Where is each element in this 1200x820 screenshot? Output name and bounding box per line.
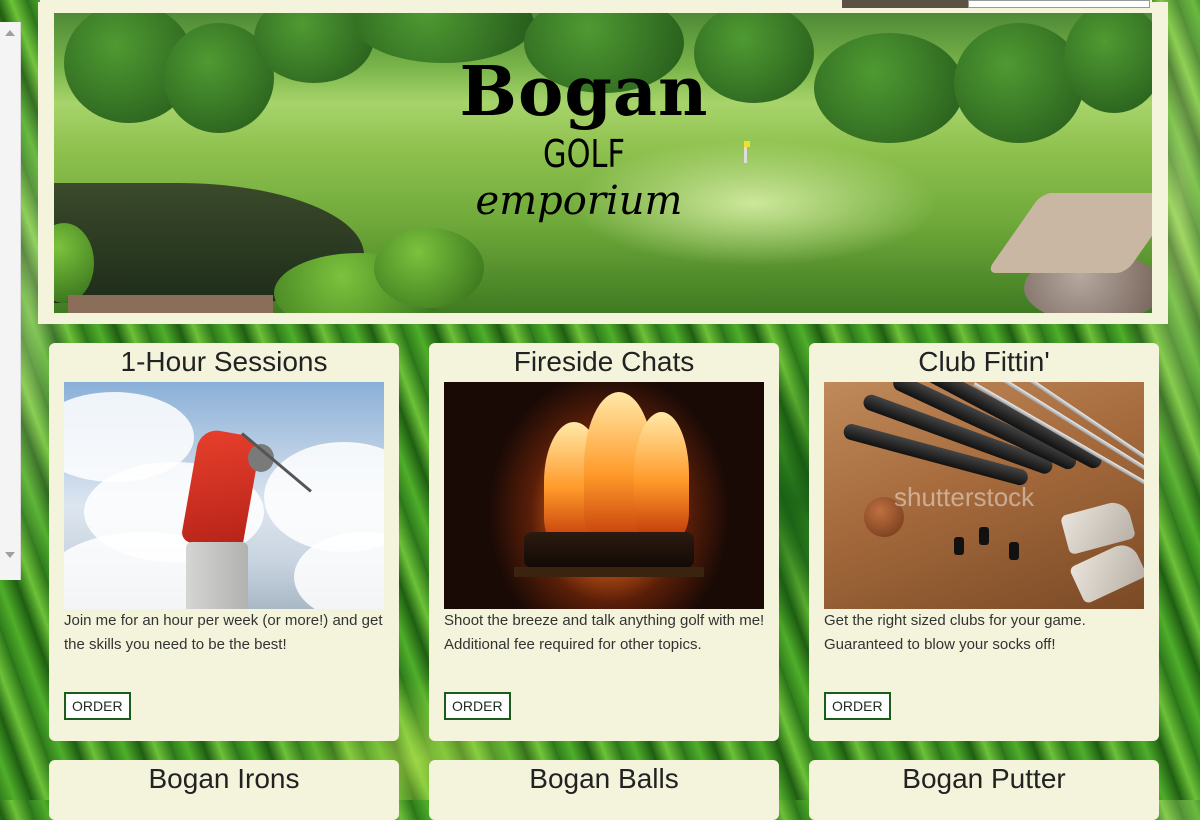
card-title: Club Fittin' (918, 346, 1050, 377)
product-card: Bogan Putter (809, 760, 1159, 820)
left-scrollbar[interactable] (0, 22, 21, 580)
golf-course-image: Bogan GOLF emporium (54, 13, 1152, 313)
card-description: Shoot the breeze and talk anything golf … (444, 612, 765, 653)
card-description: Join me for an hour per week (or more!) … (64, 612, 383, 653)
golf-clubs-image: shutterstock (824, 382, 1144, 609)
site-logo: Bogan GOLF emporium (444, 53, 724, 225)
top-nav-button[interactable] (842, 0, 968, 8)
product-card: Bogan Irons (49, 760, 399, 820)
fireplace-image (444, 382, 764, 609)
product-card: Bogan Balls (429, 760, 779, 820)
card-title: Bogan Balls (529, 763, 679, 794)
top-search-input[interactable] (968, 0, 1150, 8)
order-button[interactable]: ORDER (64, 692, 131, 720)
flag-icon (744, 141, 750, 163)
card-title: Fireside Chats (513, 346, 695, 377)
header-banner: Bogan GOLF emporium (38, 2, 1168, 324)
golfer-image (64, 382, 384, 609)
watermark-text: shutterstock (894, 482, 1035, 512)
card-title: 1-Hour Sessions (120, 346, 328, 377)
card-title: Bogan Putter (902, 763, 1066, 794)
scroll-down-icon[interactable] (5, 552, 15, 558)
product-card: 1-Hour Sessions Join me for an hour per … (49, 343, 399, 741)
card-title: Bogan Irons (148, 763, 300, 794)
card-description: Get the right sized clubs for your game.… (824, 612, 1086, 653)
product-card: Club Fittin' shutterstock Get the right … (809, 343, 1159, 741)
logo-tagline: emporium (475, 178, 683, 224)
order-button[interactable]: ORDER (444, 692, 511, 720)
scroll-up-icon[interactable] (5, 30, 15, 36)
logo-title: Bogan (459, 52, 709, 132)
order-button[interactable]: ORDER (824, 692, 891, 720)
logo-subtitle: GOLF (543, 132, 625, 176)
product-card: Fireside Chats Shoot the breeze and talk… (429, 343, 779, 741)
